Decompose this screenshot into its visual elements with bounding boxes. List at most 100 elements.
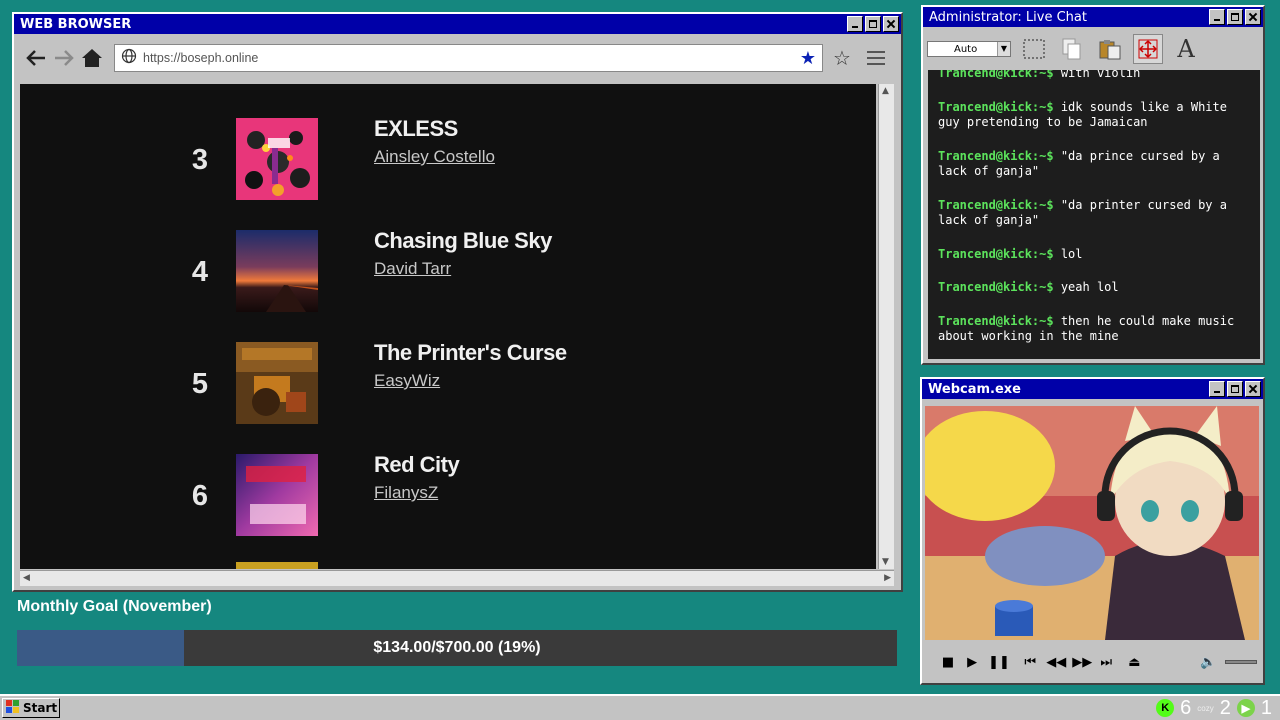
cozy-logo-icon[interactable]: cozy bbox=[1197, 704, 1213, 713]
album-cover-image[interactable] bbox=[236, 562, 318, 569]
chat-text: with violin bbox=[1053, 70, 1141, 80]
chat-username: Trancend@kick:~$ bbox=[938, 197, 1054, 212]
chat-window: Administrator: Live Chat Auto ▼ A Trance… bbox=[921, 5, 1265, 365]
font-size-value: Auto bbox=[954, 43, 978, 55]
media-controls: ■ ▶ ❚❚ ⏮ ◀◀ ▶▶ ⏭ ⏏ 🔈 bbox=[928, 647, 1257, 677]
fast-forward-icon[interactable]: ▶▶ bbox=[1072, 655, 1092, 670]
select-marquee-icon[interactable] bbox=[1019, 34, 1049, 64]
globe-icon bbox=[121, 48, 137, 68]
play-circle-icon[interactable]: ▶ bbox=[1236, 699, 1255, 717]
chat-titlebar[interactable]: Administrator: Live Chat bbox=[923, 7, 1263, 27]
skip-forward-icon[interactable]: ⏭ bbox=[1098, 655, 1114, 670]
chat-log[interactable]: Trancend@kick:~$ with violin Trancend@ki… bbox=[928, 70, 1260, 359]
chat-username: Trancend@kick:~$ bbox=[938, 99, 1054, 114]
close-button[interactable] bbox=[883, 16, 899, 32]
address-bar[interactable]: https://boseph.online ★ bbox=[114, 44, 823, 72]
album-cover-image[interactable] bbox=[236, 230, 318, 312]
volume-icon[interactable]: 🔈 bbox=[1200, 655, 1216, 670]
chevron-down-icon[interactable]: ▼ bbox=[997, 42, 1010, 56]
chat-title: Administrator: Live Chat bbox=[929, 9, 1087, 25]
list-item[interactable] bbox=[20, 562, 876, 569]
eject-icon[interactable]: ⏏ bbox=[1126, 655, 1142, 670]
webcam-avatar-image bbox=[925, 406, 1259, 640]
webcam-title: Webcam.exe bbox=[928, 381, 1021, 397]
minimize-button[interactable] bbox=[1209, 9, 1225, 25]
paste-clipboard-icon[interactable] bbox=[1095, 34, 1125, 64]
goal-progress-bar: $134.00/$700.00 (19%) bbox=[17, 630, 897, 666]
maximize-button[interactable] bbox=[1227, 381, 1243, 397]
scroll-up-icon[interactable]: ▲ bbox=[882, 86, 889, 96]
cozy-count: 2 bbox=[1219, 696, 1231, 719]
skip-back-icon[interactable]: ⏮ bbox=[1022, 655, 1038, 670]
move-arrows-icon[interactable] bbox=[1133, 34, 1163, 64]
bookmark-star-filled-icon[interactable]: ★ bbox=[800, 48, 816, 69]
track-title: Chasing Blue Sky bbox=[374, 228, 552, 253]
taskbar: Start K 6 cozy 2 ▶ 1 bbox=[0, 694, 1280, 720]
chat-toolbar: Auto ▼ A bbox=[925, 31, 1261, 67]
track-title: The Printer's Curse bbox=[374, 340, 567, 365]
rank-number: 5 bbox=[191, 368, 209, 400]
minimize-button[interactable] bbox=[847, 16, 863, 32]
chat-username: Trancend@kick:~$ bbox=[938, 70, 1054, 80]
chat-message: Trancend@kick:~$ "da printer cursed by a… bbox=[938, 198, 1254, 229]
vertical-scrollbar[interactable]: ▲ ▼ bbox=[878, 84, 894, 569]
start-button[interactable]: Start bbox=[2, 698, 60, 718]
rewind-icon[interactable]: ◀◀ bbox=[1046, 655, 1066, 670]
horizontal-scrollbar[interactable]: ◀ ▶ bbox=[20, 570, 894, 586]
close-button[interactable] bbox=[1245, 9, 1261, 25]
browser-titlebar[interactable]: WEB BROWSER bbox=[14, 14, 901, 34]
artist-link[interactable]: Ainsley Costello bbox=[374, 147, 495, 167]
system-tray: K 6 cozy 2 ▶ 1 bbox=[1156, 696, 1272, 720]
chat-message: Trancend@kick:~$ lol bbox=[938, 247, 1254, 263]
webcam-titlebar[interactable]: Webcam.exe bbox=[922, 379, 1263, 399]
pause-icon[interactable]: ❚❚ bbox=[988, 655, 1010, 670]
browser-window: WEB BROWSER https://boseph.online ★ ☆ 3 … bbox=[12, 12, 903, 592]
chat-text: lol bbox=[1053, 246, 1083, 261]
chat-text: yeah lol bbox=[1053, 280, 1119, 294]
font-size-select[interactable]: Auto ▼ bbox=[927, 41, 1011, 57]
maximize-button[interactable] bbox=[865, 16, 881, 32]
artist-link[interactable]: FilanysZ bbox=[374, 483, 438, 503]
list-item[interactable]: 6 Red City FilanysZ bbox=[20, 452, 876, 554]
list-item[interactable]: 5 The Printer's Curse EasyWiz bbox=[20, 340, 876, 442]
album-cover-image[interactable] bbox=[236, 118, 318, 200]
home-icon[interactable] bbox=[80, 46, 104, 70]
url-text[interactable]: https://boseph.online bbox=[143, 51, 794, 65]
chat-username: Trancend@kick:~$ bbox=[938, 246, 1054, 261]
forward-arrow-icon[interactable] bbox=[52, 46, 76, 70]
windows-logo-icon bbox=[6, 699, 20, 717]
bookmark-star-outline-icon[interactable]: ☆ bbox=[827, 44, 857, 72]
volume-slider[interactable] bbox=[1224, 660, 1257, 664]
goal-label: Monthly Goal (November) bbox=[17, 598, 212, 615]
album-cover-image[interactable] bbox=[236, 342, 318, 424]
chat-message: Trancend@kick:~$ idk sounds like a White… bbox=[938, 100, 1254, 131]
minimize-button[interactable] bbox=[1209, 381, 1225, 397]
scroll-left-icon[interactable]: ◀ bbox=[23, 573, 30, 583]
menu-hamburger-icon[interactable] bbox=[861, 44, 891, 72]
kick-count: 6 bbox=[1180, 696, 1192, 719]
close-button[interactable] bbox=[1245, 381, 1261, 397]
copy-icon[interactable] bbox=[1057, 34, 1087, 64]
artist-link[interactable]: EasyWiz bbox=[374, 371, 440, 391]
album-cover-image[interactable] bbox=[236, 454, 318, 536]
track-title: EXLESS bbox=[374, 116, 458, 141]
browser-title: WEB BROWSER bbox=[20, 16, 132, 32]
webcam-window: Webcam.exe ■ ▶ ❚❚ ⏮ ◀◀ ▶▶ ⏭ ⏏ 🔈 bbox=[920, 377, 1265, 685]
rank-number: 6 bbox=[191, 480, 209, 512]
play-count: 1 bbox=[1260, 696, 1272, 719]
scroll-right-icon[interactable]: ▶ bbox=[884, 573, 891, 583]
kick-logo-icon[interactable]: K bbox=[1156, 699, 1175, 717]
list-item[interactable]: 3 EXLESS Ainsley Costello bbox=[20, 116, 876, 218]
maximize-button[interactable] bbox=[1227, 9, 1243, 25]
play-icon[interactable]: ▶ bbox=[964, 655, 980, 670]
scroll-down-icon[interactable]: ▼ bbox=[882, 557, 889, 567]
chat-message: Trancend@kick:~$ with violin bbox=[938, 70, 1254, 82]
page-viewport: 3 EXLESS Ainsley Costello 4 Chasing Blue… bbox=[20, 84, 876, 569]
font-icon[interactable]: A bbox=[1171, 34, 1201, 64]
chat-message: Trancend@kick:~$ "da prince cursed by a … bbox=[938, 149, 1254, 180]
browser-toolbar: https://boseph.online ★ ☆ bbox=[18, 38, 897, 78]
back-arrow-icon[interactable] bbox=[24, 46, 48, 70]
artist-link[interactable]: David Tarr bbox=[374, 259, 451, 279]
stop-icon[interactable]: ■ bbox=[940, 655, 956, 670]
list-item[interactable]: 4 Chasing Blue Sky David Tarr bbox=[20, 228, 876, 330]
